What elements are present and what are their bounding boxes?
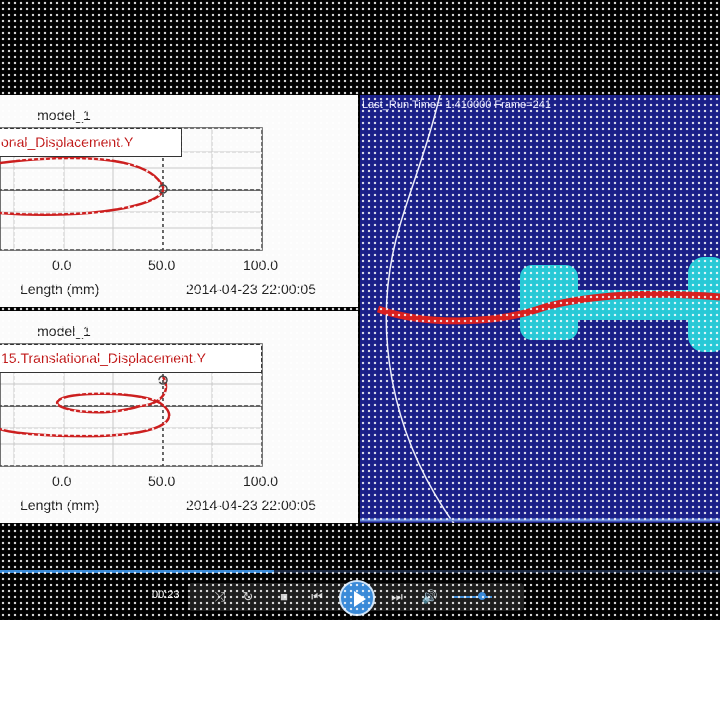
plot-panel-displacement-top: model_1 onal_Displacement.Y 0.0 50.0 100… xyxy=(0,95,358,307)
x-axis-label: Length (mm) xyxy=(20,281,100,297)
x-axis-label: Length (mm) xyxy=(20,497,100,513)
animation-view: Last_Run Time= 1.410000 Frame=241 xyxy=(360,95,720,523)
x-tick: 0.0 xyxy=(52,473,72,489)
shuffle-icon[interactable]: ⤮ xyxy=(210,583,230,611)
ground-arc xyxy=(385,95,455,523)
volume-icon[interactable]: 🔊 xyxy=(420,583,440,611)
repeat-icon[interactable]: ↻ xyxy=(238,583,258,611)
x-tick: 0.0 xyxy=(52,257,72,273)
animation-info: Last_Run Time= 1.410000 Frame=241 xyxy=(362,99,551,111)
plot-area-bottom xyxy=(0,343,263,467)
volume-slider[interactable] xyxy=(452,596,492,598)
seek-bar[interactable] xyxy=(0,570,720,573)
next-icon[interactable]: ⏭ xyxy=(384,583,410,611)
x-tick: 50.0 xyxy=(148,473,176,489)
displacement-curve-top xyxy=(0,156,165,216)
plot-timestamp: 2014-04-23 22:00:05 xyxy=(186,497,316,513)
plot-title: model_1 xyxy=(37,323,91,339)
play-button[interactable] xyxy=(339,580,375,616)
seek-bar-progress xyxy=(0,570,274,573)
model-part-right xyxy=(688,257,720,352)
legend-entry: onal_Displacement.Y xyxy=(0,128,182,157)
stop-icon[interactable]: ■ xyxy=(274,583,294,611)
x-tick: 50.0 xyxy=(148,257,176,273)
plot-area-top xyxy=(0,127,263,251)
x-tick: 100.0 xyxy=(243,257,279,273)
plot-timestamp: 2014-04-23 22:00:05 xyxy=(186,281,316,297)
previous-icon[interactable]: ⏮ xyxy=(304,583,330,611)
video-viewer: model_1 onal_Displacement.Y 0.0 50.0 100… xyxy=(0,0,720,620)
x-tick: 100.0 xyxy=(243,473,279,489)
plot-panel-displacement-bottom: model_1 15.Translational_Displacement.Y … xyxy=(0,311,358,523)
current-time: 00:23 xyxy=(152,589,180,601)
animation-scene xyxy=(360,95,720,523)
plot-title: model_1 xyxy=(37,107,91,123)
play-icon xyxy=(354,591,366,607)
legend-entry: 15.Translational_Displacement.Y xyxy=(0,344,262,373)
volume-knob[interactable] xyxy=(478,592,486,600)
